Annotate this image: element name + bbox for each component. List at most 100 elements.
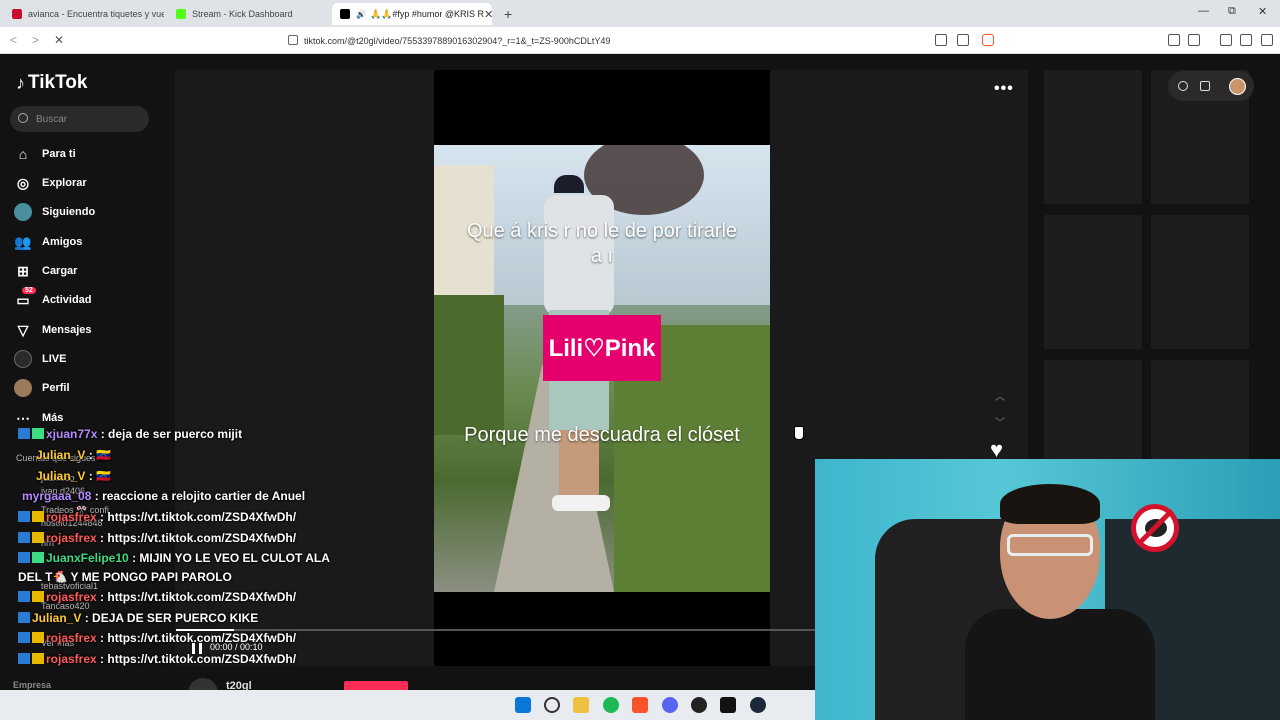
chat-badge-icon	[18, 428, 30, 439]
chat-badge-icon	[18, 532, 30, 543]
tab-avianca[interactable]: avianca - Encuentra tiquetes y vuelos	[4, 3, 164, 25]
search-taskbar-icon[interactable]	[544, 697, 560, 713]
tab-kick[interactable]: Stream - Kick Dashboard	[168, 3, 328, 25]
sidebar-item-explorar[interactable]: ◎ Explorar	[14, 172, 87, 194]
steam-icon[interactable]	[750, 697, 766, 713]
start-menu-icon[interactable]	[515, 697, 531, 713]
tiktok-taskbar-icon[interactable]	[720, 697, 736, 713]
sidebar-item-amigos[interactable]: 👥 Amigos	[14, 231, 82, 253]
share-icon[interactable]	[957, 34, 969, 46]
thumbnail[interactable]	[1151, 360, 1249, 459]
sidebar-item-label: Explorar	[42, 177, 87, 189]
sidebar-item-label: Para ti	[42, 148, 76, 160]
search-input[interactable]: Buscar	[10, 106, 149, 132]
tiktok-logo[interactable]: ♪ TikTok	[16, 72, 87, 94]
reload-stop-icon[interactable]: ✕	[54, 33, 64, 47]
brave-shields-icon[interactable]	[982, 34, 994, 46]
chat-message: DEL T🐔 Y ME PONGO PAPI PAROLO	[18, 570, 232, 584]
logo-text: TikTok	[28, 72, 88, 93]
sidebar-item-label: Mensajes	[42, 324, 92, 336]
sidebar-item-label: LIVE	[42, 353, 67, 365]
forward-icon[interactable]: >	[32, 33, 39, 47]
sidebar-item-siguiendo[interactable]: Siguiendo	[14, 201, 95, 223]
minimize-button[interactable]: —	[1198, 5, 1209, 17]
sidebar-item-para-ti[interactable]: ⌂ Para ti	[14, 143, 76, 165]
pink-label-box: Lili♡Pink	[543, 315, 661, 381]
right-thumbnail-panel	[1028, 54, 1280, 459]
maximize-button[interactable]: ⧉	[1228, 5, 1236, 18]
translate-icon[interactable]	[935, 34, 947, 46]
music-icon[interactable]	[1220, 34, 1232, 46]
close-window-button[interactable]: ✕	[1258, 5, 1267, 18]
chat-badge-icon	[32, 591, 44, 602]
thumbnail[interactable]	[1044, 215, 1142, 349]
chat-badge-icon	[32, 428, 44, 439]
chat-badge-icon	[18, 511, 30, 522]
chat-text: : https://vt.tiktok.com/ZSD4XfwDh/	[100, 531, 297, 545]
previous-video-icon[interactable]: ︿	[995, 388, 1005, 403]
brave-icon[interactable]	[632, 697, 648, 713]
thumbnail[interactable]	[1151, 215, 1249, 349]
upload-icon: ⊞	[17, 262, 29, 279]
progress-fill	[176, 629, 234, 631]
chat-username: Julian_V	[32, 611, 82, 625]
webcam-overlay	[815, 459, 1280, 720]
url-field[interactable]: tiktok.com/@t20gl/video/7553397889016302…	[282, 30, 1002, 51]
address-toolbar: < > ✕ tiktok.com/@t20gl/video/7553397889…	[0, 27, 1280, 54]
device-icon[interactable]	[1200, 81, 1210, 91]
new-tab-button[interactable]: +	[496, 3, 516, 25]
vpn-icon[interactable]	[1240, 34, 1252, 46]
sidebar-item-perfil[interactable]: Perfil	[14, 377, 70, 399]
sidebar-item-mas[interactable]: ⋯ Más	[14, 407, 63, 429]
chat-message: JuanxFelipe10 : MIJIN YO LE VEO EL CULOT…	[18, 551, 330, 565]
friends-icon: 👥	[14, 233, 32, 250]
site-settings-icon[interactable]	[288, 35, 298, 45]
thumbnail[interactable]	[1044, 360, 1142, 459]
tiktok-favicon-icon	[340, 9, 350, 19]
sidebar-item-mensajes[interactable]: ▽ Mensajes	[14, 319, 92, 341]
chat-message: rojasfrex : https://vt.tiktok.com/ZSD4Xf…	[18, 510, 296, 524]
video-player[interactable]: Que á kris r no le de por tirarle a ı Li…	[434, 145, 770, 592]
sidebar-item-label: Perfil	[42, 382, 70, 394]
sidebar-item-label: Siguiendo	[42, 206, 96, 218]
sidebar-item-cargar[interactable]: ⊞ Cargar	[14, 260, 77, 282]
chat-username: rojasfrex	[46, 631, 97, 645]
webcam-streamer-hair	[1000, 484, 1100, 524]
speaker-icon[interactable]: 🔊	[356, 10, 366, 19]
video-progress-bar[interactable]	[176, 629, 816, 631]
pause-icon[interactable]	[192, 643, 202, 654]
menu-icon[interactable]	[1261, 34, 1273, 46]
sidebar-item-actividad[interactable]: ▭ 52 Actividad	[14, 287, 92, 311]
chat-username: myrgaaa_08	[22, 489, 92, 503]
sidebar-toggle-icon[interactable]	[1188, 34, 1200, 46]
sidebar-item-label: Más	[42, 412, 64, 424]
messages-icon: ▽	[17, 321, 29, 338]
chat-username: JuanxFelipe10	[46, 551, 129, 565]
extensions-icon[interactable]	[1168, 34, 1180, 46]
chat-badge-icon	[32, 532, 44, 543]
sidebar-item-live[interactable]: LIVE	[14, 348, 66, 370]
obs-icon[interactable]	[691, 697, 707, 713]
video-hedge	[434, 295, 504, 435]
chat-message: rojasfrex : https://vt.tiktok.com/ZSD4Xf…	[18, 652, 296, 666]
chat-username: rojasfrex	[46, 531, 97, 545]
file-explorer-icon[interactable]	[573, 697, 589, 713]
video-caption-bottom: Porque me descuadra el clóset	[464, 424, 740, 446]
tab-close-icon[interactable]: ✕	[484, 8, 492, 21]
coin-icon[interactable]	[1178, 81, 1188, 91]
video-time: 00:00 / 00:10	[210, 642, 263, 652]
next-video-icon[interactable]: ﹀	[995, 414, 1005, 429]
empresa-link[interactable]: Empresa	[13, 680, 51, 690]
user-avatar[interactable]	[1229, 78, 1246, 95]
windows-taskbar	[0, 690, 815, 720]
more-options-icon[interactable]: •••	[994, 80, 1014, 98]
chat-text: : DEJA DE SER PUERCO KIKE	[84, 611, 259, 625]
chat-badge-icon	[18, 653, 30, 664]
thumbnail[interactable]	[1044, 70, 1142, 204]
spotify-icon[interactable]	[603, 697, 619, 713]
tab-tiktok[interactable]: 🔊 🙏🙏#fyp #humor @KRIS R ✕	[332, 3, 492, 25]
sidebar-item-label: Amigos	[42, 236, 83, 248]
mouse-cursor-icon	[794, 426, 804, 440]
discord-icon[interactable]	[662, 697, 678, 713]
back-icon[interactable]: <	[10, 33, 17, 47]
